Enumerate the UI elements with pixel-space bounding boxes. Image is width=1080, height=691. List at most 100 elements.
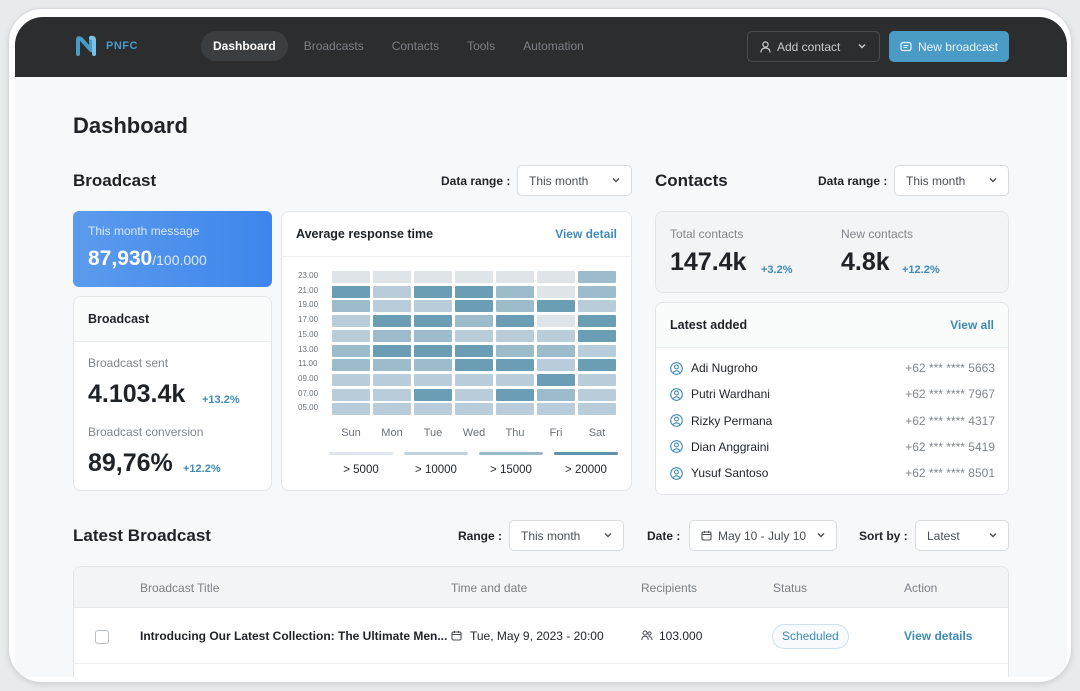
heatmap-cell[interactable] — [373, 359, 411, 372]
view-all-link[interactable]: View all — [950, 318, 994, 332]
heatmap-cell[interactable] — [578, 359, 616, 372]
heatmap-cell[interactable] — [455, 271, 493, 283]
contact-list-item[interactable]: Rizky Permana +62 *** **** 4317 — [670, 411, 995, 431]
heatmap-cell[interactable] — [537, 388, 575, 401]
heatmap-cell[interactable] — [496, 403, 534, 416]
add-contact-label: Add contact — [777, 39, 841, 54]
heatmap-cell[interactable] — [537, 403, 575, 416]
col-status[interactable]: Status — [773, 581, 807, 595]
heatmap-cell[interactable] — [537, 344, 575, 357]
heatmap-cell[interactable] — [414, 300, 452, 313]
heatmap-cell[interactable] — [537, 359, 575, 372]
heatmap-cell[interactable] — [578, 388, 616, 401]
heatmap-cell[interactable] — [414, 315, 452, 328]
heatmap-cell[interactable] — [496, 373, 534, 386]
heatmap-cell[interactable] — [496, 285, 534, 298]
nav-dashboard[interactable]: Dashboard — [201, 31, 288, 61]
lb-date-select[interactable]: May 10 - July 10 — [689, 520, 837, 551]
heatmap-cell[interactable] — [578, 271, 616, 283]
heatmap-cell[interactable] — [373, 285, 411, 298]
heatmap-cell[interactable] — [578, 300, 616, 313]
heatmap-cell[interactable] — [414, 285, 452, 298]
heatmap-cell[interactable] — [332, 329, 370, 342]
heatmap-cell[interactable] — [455, 315, 493, 328]
heatmap-cell[interactable] — [414, 373, 452, 386]
heatmap-cell[interactable] — [373, 300, 411, 313]
lb-range-select[interactable]: This month — [509, 520, 624, 551]
nav-tools[interactable]: Tools — [455, 31, 507, 61]
heatmap-cell[interactable] — [537, 373, 575, 386]
heatmap-cell[interactable] — [332, 373, 370, 386]
heatmap-cell[interactable] — [373, 388, 411, 401]
nav-automation[interactable]: Automation — [511, 31, 596, 61]
heatmap-cell[interactable] — [578, 344, 616, 357]
heatmap-cell[interactable] — [332, 271, 370, 283]
col-recipients[interactable]: Recipients — [641, 581, 697, 595]
row-checkbox[interactable] — [95, 630, 109, 644]
heatmap-cell[interactable] — [496, 359, 534, 372]
heatmap-cell[interactable] — [578, 403, 616, 416]
heatmap-cell[interactable] — [455, 388, 493, 401]
nav-broadcasts[interactable]: Broadcasts — [292, 31, 376, 61]
heatmap-cell[interactable] — [496, 271, 534, 283]
broadcast-range-select[interactable]: This month — [517, 165, 632, 196]
heatmap-cell[interactable] — [332, 344, 370, 357]
heatmap-cell[interactable] — [455, 403, 493, 416]
heatmap-cell[interactable] — [455, 285, 493, 298]
heatmap-cell[interactable] — [373, 271, 411, 283]
lb-sort-select[interactable]: Latest — [915, 520, 1009, 551]
nav-contacts[interactable]: Contacts — [380, 31, 451, 61]
heatmap-cell[interactable] — [496, 344, 534, 357]
heatmap-cell[interactable] — [537, 315, 575, 328]
heatmap-cell[interactable] — [332, 403, 370, 416]
brand-logo-icon[interactable] — [75, 35, 97, 57]
heatmap-cell[interactable] — [414, 403, 452, 416]
heatmap-cell[interactable] — [496, 388, 534, 401]
heatmap-cell[interactable] — [537, 271, 575, 283]
heatmap-cell[interactable] — [455, 329, 493, 342]
col-broadcast-title[interactable]: Broadcast Title — [140, 581, 219, 595]
heatmap-cell[interactable] — [373, 344, 411, 357]
heatmap-cell[interactable] — [373, 329, 411, 342]
heatmap-cell[interactable] — [578, 285, 616, 298]
heatmap-cell[interactable] — [537, 329, 575, 342]
heatmap-cell[interactable] — [414, 388, 452, 401]
col-time-date[interactable]: Time and date — [451, 581, 527, 595]
heatmap-cell[interactable] — [496, 315, 534, 328]
heatmap-cell[interactable] — [496, 329, 534, 342]
heatmap-cell[interactable] — [578, 315, 616, 328]
heatmap-cell[interactable] — [578, 329, 616, 342]
contact-list-item[interactable]: Dian Anggraini +62 *** **** 5419 — [670, 437, 995, 457]
heatmap-cell[interactable] — [537, 300, 575, 313]
broadcast-sent-change: +13.2% — [202, 394, 240, 406]
heatmap-cell[interactable] — [332, 300, 370, 313]
legend-label: > 15000 — [490, 464, 532, 476]
heatmap-cell[interactable] — [455, 300, 493, 313]
heatmap-cell[interactable] — [332, 315, 370, 328]
heatmap-cell[interactable] — [373, 373, 411, 386]
heatmap-cell[interactable] — [373, 315, 411, 328]
heatmap-cell[interactable] — [414, 329, 452, 342]
heatmap-cell[interactable] — [332, 285, 370, 298]
contact-list-item[interactable]: Adi Nugroho +62 *** **** 5663 — [670, 358, 995, 378]
view-details-link[interactable]: View details — [904, 629, 972, 643]
new-broadcast-button[interactable]: New broadcast — [889, 31, 1009, 62]
heatmap-cell[interactable] — [455, 344, 493, 357]
heatmap-cell[interactable] — [414, 271, 452, 283]
col-action[interactable]: Action — [904, 581, 937, 595]
heatmap-cell[interactable] — [578, 373, 616, 386]
heatmap-cell[interactable] — [414, 344, 452, 357]
view-detail-link[interactable]: View detail — [555, 227, 617, 241]
heatmap-cell[interactable] — [455, 373, 493, 386]
add-contact-button[interactable]: Add contact — [747, 31, 880, 62]
contact-list-item[interactable]: Putri Wardhani +62 *** **** 7967 — [670, 384, 995, 404]
heatmap-cell[interactable] — [414, 359, 452, 372]
contact-list-item[interactable]: Yusuf Santoso +62 *** **** 8501 — [670, 463, 995, 483]
contacts-range-select[interactable]: This month — [894, 165, 1009, 196]
heatmap-cell[interactable] — [332, 388, 370, 401]
heatmap-cell[interactable] — [373, 403, 411, 416]
heatmap-cell[interactable] — [496, 300, 534, 313]
heatmap-cell[interactable] — [455, 359, 493, 372]
heatmap-cell[interactable] — [537, 285, 575, 298]
heatmap-cell[interactable] — [332, 359, 370, 372]
